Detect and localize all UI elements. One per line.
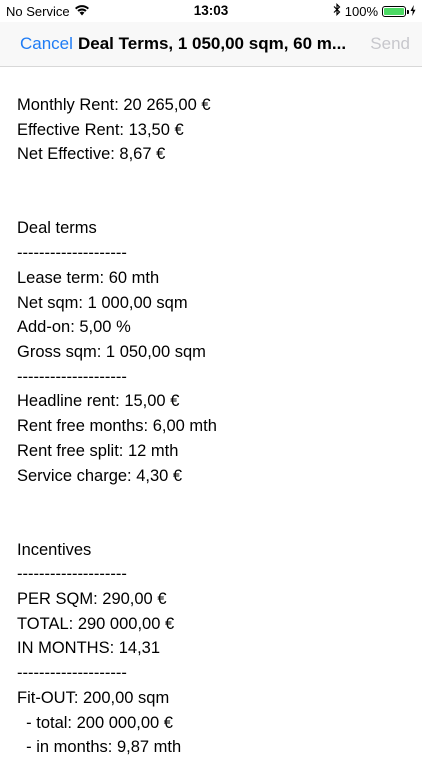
cancel-button[interactable]: Cancel xyxy=(20,34,73,54)
report-line: Rent free split: 12 mth xyxy=(17,441,179,460)
report-line: Fit-OUT: 200,00 sqm xyxy=(17,688,170,707)
report-line: IN MONTHS: 14,31 xyxy=(17,639,161,658)
status-right: 100% xyxy=(333,3,416,19)
report-line: -------------------- xyxy=(17,244,127,263)
bluetooth-icon xyxy=(333,3,341,19)
report-line: Add-on: 5,00 % xyxy=(17,318,131,337)
status-bar: No Service 13:03 100% xyxy=(0,0,422,22)
report-line: Effective Rent: 13,50 € xyxy=(17,120,184,139)
report-line: Net Effective: 8,67 € xyxy=(17,145,166,164)
report-line: Gross sqm: 1 050,00 sqm xyxy=(17,343,206,361)
report-line: Incentives xyxy=(17,540,92,559)
report-blank-line xyxy=(17,488,405,513)
report-line: Monthly Rent: 20 265,00 € xyxy=(17,96,211,114)
report-line: -------------------- xyxy=(17,367,127,386)
report-line: - in months: 9,87 mth xyxy=(17,738,182,757)
report-blank-line xyxy=(17,192,405,217)
report-line: -------------------- xyxy=(17,565,127,584)
report-line: - total: 200 000,00 € xyxy=(17,713,173,732)
report-line: -------------------- xyxy=(17,664,127,683)
report-line: Rent free months: 6,00 mth xyxy=(17,417,217,436)
report-line: Service charge: 4,30 € xyxy=(17,466,183,485)
send-button[interactable]: Send xyxy=(370,34,410,54)
report-blank-line xyxy=(17,167,405,192)
report-line: PER SQM: 290,00 € xyxy=(17,590,167,608)
deal-report: Monthly Rent: 20 265,00 € Effective Rent:… xyxy=(0,67,422,760)
report-line: Deal terms xyxy=(17,219,97,238)
navigation-bar: Cancel Deal Terms, 1 050,00 sqm, 60 m...… xyxy=(0,22,422,67)
battery-cap xyxy=(407,9,409,14)
report-line: Lease term: 60 mth xyxy=(17,268,160,287)
report-line: Headline rent: 15,00 € xyxy=(17,392,180,411)
report-line: TOTAL: 290 000,00 € xyxy=(17,614,175,633)
battery-fill xyxy=(384,7,404,15)
charging-icon xyxy=(410,4,416,19)
page-title: Deal Terms, 1 050,00 sqm, 60 m... xyxy=(78,34,347,53)
battery-icon xyxy=(382,5,409,17)
battery-percent: 100% xyxy=(344,3,378,19)
report-line: Net sqm: 1 000,00 sqm xyxy=(17,293,188,312)
report-blank-line xyxy=(17,513,405,538)
